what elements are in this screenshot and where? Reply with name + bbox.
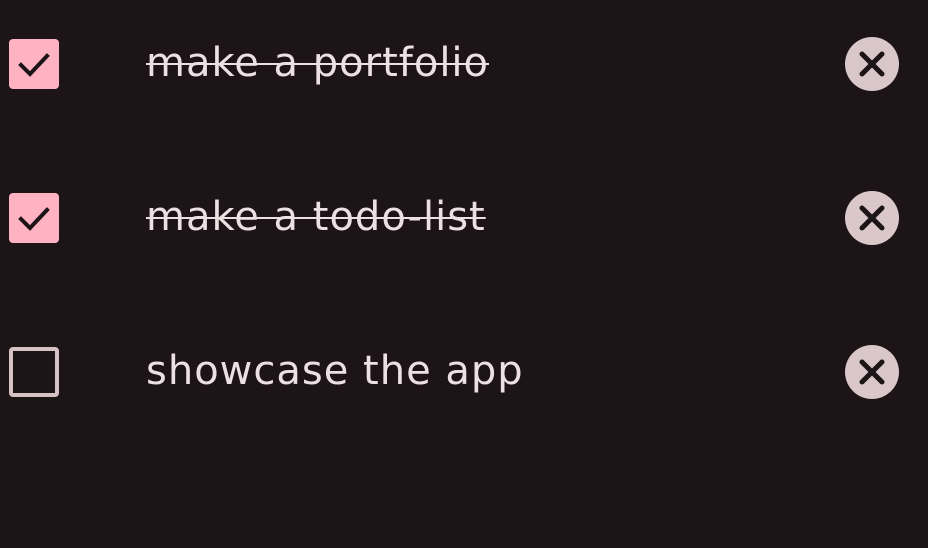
todo-text: showcase the app xyxy=(146,348,524,394)
check-icon xyxy=(18,207,50,231)
todo-item: make a portfolio xyxy=(0,13,928,113)
todo-checkbox[interactable] xyxy=(9,39,59,89)
todo-item: make a todo-list xyxy=(0,167,928,267)
todo-checkbox[interactable] xyxy=(9,193,59,243)
todo-item: showcase the app xyxy=(0,321,928,421)
close-icon xyxy=(859,359,885,385)
delete-button[interactable] xyxy=(845,37,899,91)
check-icon xyxy=(18,53,50,77)
close-icon xyxy=(859,51,885,77)
delete-button[interactable] xyxy=(845,191,899,245)
delete-button[interactable] xyxy=(845,345,899,399)
todo-text: make a portfolio xyxy=(146,40,490,86)
todo-list: make a portfolio make a todo-list showca… xyxy=(0,0,928,548)
todo-text: make a todo-list xyxy=(146,194,486,240)
todo-checkbox[interactable] xyxy=(9,347,59,397)
close-icon xyxy=(859,205,885,231)
